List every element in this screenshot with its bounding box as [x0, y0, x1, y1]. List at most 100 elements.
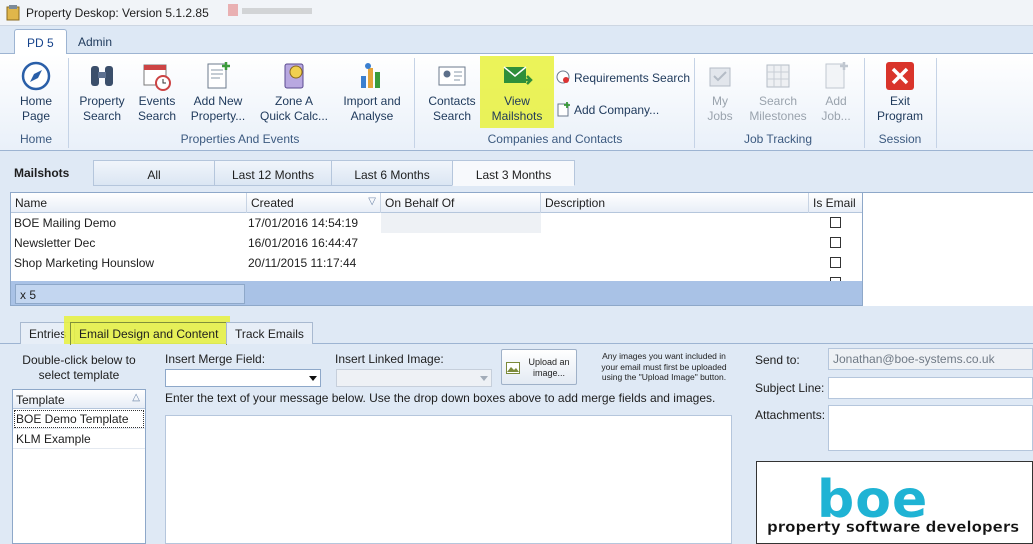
property-search-button[interactable]: Property Search	[74, 60, 130, 124]
upload-image-button[interactable]: Upload an image...	[501, 349, 577, 385]
tab-pd5[interactable]: PD 5	[14, 29, 67, 55]
title-bar: Property Deskop: Version 5.1.2.85	[0, 0, 1033, 26]
table-row[interactable]: Shop Marketing Hounslow 20/11/2015 11:17…	[11, 253, 862, 273]
events-search-label: Events Search	[137, 94, 177, 123]
table-row[interactable]: BOE Mailing Demo 17/01/2016 14:54:19	[11, 213, 862, 233]
is-email-checkbox[interactable]	[830, 237, 841, 248]
column-header-name[interactable]: Name	[11, 193, 247, 213]
tab-admin[interactable]: Admin	[66, 29, 124, 54]
view-mailshots-button[interactable]: View Mailshots	[484, 60, 550, 124]
tab-email-design-and-content[interactable]: Email Design and Content	[70, 322, 228, 345]
milestones-grid-icon	[766, 64, 790, 88]
table-row[interactable]: Newsletter Dec 16/01/2016 16:44:47	[11, 233, 862, 253]
image-icon	[506, 362, 520, 374]
column-header-description[interactable]: Description	[541, 193, 809, 213]
send-to-field[interactable]: Jonathan@boe-systems.co.uk	[828, 348, 1033, 370]
window-title: Property Deskop: Version 5.1.2.85	[26, 6, 209, 20]
contacts-search-label: Contacts Search	[428, 94, 476, 123]
contact-card-icon	[438, 66, 466, 86]
home-page-button[interactable]: Home Page	[12, 60, 60, 124]
mailshots-title: Mailshots	[14, 166, 70, 180]
grid-footer: x 5	[11, 281, 862, 305]
email-preview: boe property software developers	[756, 461, 1033, 544]
template-hint: Double-click below to select template	[22, 353, 136, 382]
filter-tab-last-3-months[interactable]: Last 3 Months	[452, 160, 575, 186]
ribbon-tab-bar: PD 5 Admin	[0, 26, 1033, 55]
cell-name: BOE Mailing Demo	[14, 216, 117, 230]
group-label-jobs: Job Tracking	[743, 132, 813, 146]
add-job-label: Add Job...	[821, 94, 851, 123]
add-company-button[interactable]: Add Company...	[556, 102, 659, 120]
cell-name: Newsletter Dec	[14, 236, 96, 250]
events-search-button[interactable]: Events Search	[133, 60, 181, 124]
background-window-icon	[228, 4, 312, 16]
attachments-label: Attachments:	[755, 408, 826, 422]
created-header-label: Created	[251, 196, 294, 210]
my-jobs-label: My Jobs	[707, 94, 733, 123]
group-label-home: Home	[19, 132, 52, 146]
column-header-is-email[interactable]: Is Email	[809, 193, 862, 213]
template-list: Template △ BOE Demo Template KLM Example	[12, 389, 146, 544]
globe-pin-icon	[556, 70, 570, 84]
grid-side-panel	[863, 192, 1033, 306]
send-to-label: Send to:	[755, 353, 800, 367]
column-header-on-behalf-of[interactable]: On Behalf Of	[381, 193, 541, 213]
ribbon-separator	[864, 58, 865, 148]
message-editor[interactable]	[165, 415, 732, 544]
tab-track-emails[interactable]: Track Emails	[226, 322, 313, 344]
group-label-session: Session	[878, 132, 922, 146]
group-label-properties: Properties And Events	[180, 132, 300, 146]
add-job-button[interactable]: Add Job...	[816, 60, 856, 124]
my-jobs-button[interactable]: My Jobs	[700, 60, 740, 124]
subject-line-field[interactable]	[828, 377, 1033, 399]
jobs-icon	[709, 67, 731, 87]
cell-created: 17/01/2016 14:54:19	[248, 216, 359, 230]
linked-image-dropdown[interactable]	[336, 369, 492, 387]
column-header-created[interactable]: Created ▽	[247, 193, 381, 213]
ribbon-separator	[936, 58, 937, 148]
is-email-checkbox[interactable]	[830, 257, 841, 268]
calculator-icon	[284, 63, 304, 89]
import-analyse-button[interactable]: Import and Analyse	[338, 60, 406, 124]
close-icon	[886, 62, 914, 90]
search-milestones-button[interactable]: Search Milestones	[746, 60, 810, 124]
exit-program-button[interactable]: Exit Program	[870, 60, 930, 124]
add-property-label: Add New Property...	[190, 94, 246, 123]
property-search-label: Property Search	[79, 94, 125, 123]
subject-line-label: Subject Line:	[755, 381, 825, 395]
group-label-companies: Companies and Contacts	[487, 132, 623, 146]
mailshots-filter-bar: Mailshots All Last 12 Months Last 6 Mont…	[8, 156, 1033, 188]
merge-field-label: Insert Merge Field:	[165, 352, 266, 366]
home-page-label: Home Page	[19, 94, 52, 123]
cell-name: Shop Marketing Hounslow	[14, 256, 155, 270]
ribbon-separator	[68, 58, 69, 148]
is-email-checkbox[interactable]	[830, 217, 841, 228]
exit-program-label: Exit Program	[876, 94, 923, 123]
list-item[interactable]: BOE Demo Template	[13, 409, 145, 429]
bar-chart-icon	[361, 63, 380, 88]
add-document-icon	[207, 62, 230, 89]
linked-image-label: Insert Linked Image:	[335, 352, 444, 366]
ribbon-separator	[694, 58, 695, 148]
brand-tagline: property software developers	[767, 518, 1020, 536]
zone-a-quick-calc-button[interactable]: Zone A Quick Calc...	[258, 60, 330, 124]
list-item[interactable]: KLM Example	[13, 429, 145, 449]
view-mailshots-label: View Mailshots	[491, 94, 543, 123]
filter-tab-all[interactable]: All	[93, 160, 215, 186]
add-document-icon	[557, 102, 570, 117]
filter-funnel-icon[interactable]: ▽	[368, 196, 376, 207]
contacts-search-button[interactable]: Contacts Search	[424, 60, 480, 124]
ribbon: Home Page Home Property Search Events Se…	[0, 54, 1033, 151]
merge-field-dropdown[interactable]	[165, 369, 321, 387]
upload-note: Any images you want included in your ema…	[601, 351, 727, 382]
attachments-field[interactable]	[828, 405, 1033, 451]
filter-tab-last-6-months[interactable]: Last 6 Months	[331, 160, 453, 186]
mailshots-grid: Name Created ▽ On Behalf Of Description I…	[10, 192, 863, 306]
requirements-search-button[interactable]: Requirements Search	[556, 70, 690, 88]
add-property-button[interactable]: Add New Property...	[186, 60, 250, 124]
chevron-down-icon	[480, 376, 488, 381]
template-column-header[interactable]: Template △	[13, 390, 145, 409]
requirements-search-label: Requirements Search	[574, 71, 691, 85]
template-header-label: Template	[16, 393, 65, 407]
filter-tab-last-12-months[interactable]: Last 12 Months	[214, 160, 332, 186]
